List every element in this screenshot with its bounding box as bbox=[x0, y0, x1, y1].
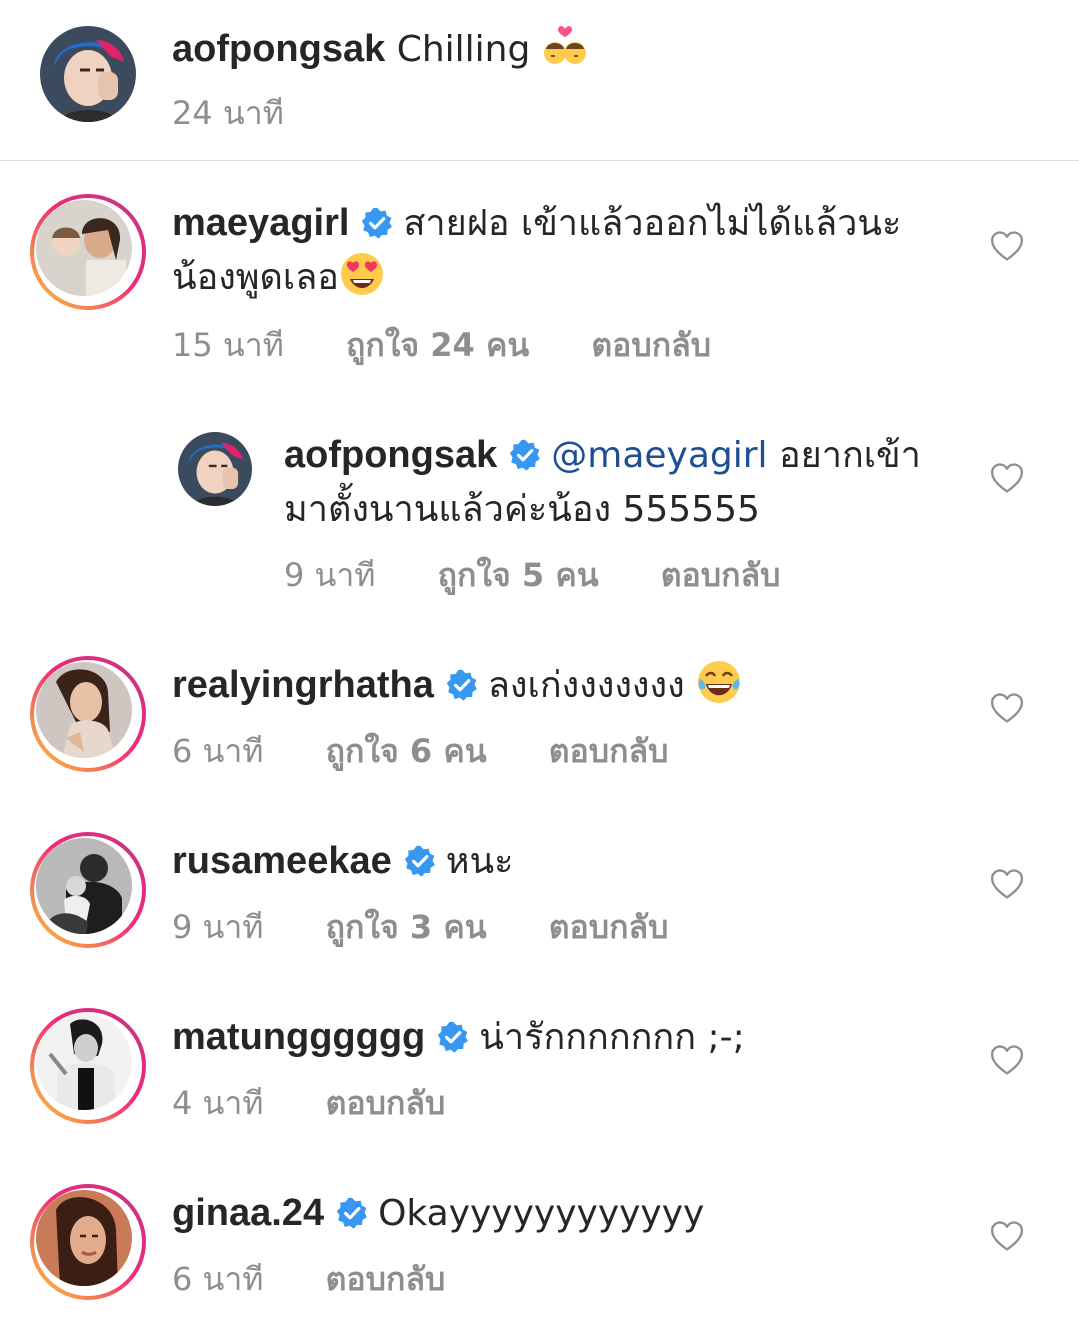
comment-body-continued: น้องพูดเลอ bbox=[172, 257, 339, 298]
mention-link[interactable]: @maeyagirl bbox=[551, 435, 767, 476]
comment-meta: 6 นาที ถูกใจ 6 คน ตอบกลับ bbox=[172, 726, 720, 777]
comment-body: หนะ bbox=[445, 841, 514, 882]
verified-badge-icon bbox=[404, 845, 436, 877]
comment-username[interactable]: matungggggg bbox=[172, 1016, 425, 1058]
reply-button[interactable]: ตอบกลับ bbox=[591, 320, 711, 371]
comment-username[interactable]: ginaa.24 bbox=[172, 1192, 324, 1234]
comment-text: matungggggg น่ารักกกกกกก ;-; bbox=[172, 1010, 952, 1065]
like-heart-icon[interactable] bbox=[990, 230, 1024, 262]
like-heart-icon[interactable] bbox=[990, 868, 1024, 900]
comment-meta: 6 นาที ตอบกลับ bbox=[172, 1254, 497, 1305]
comment-time: 6 นาที bbox=[172, 732, 264, 770]
avatar[interactable] bbox=[30, 1184, 146, 1300]
caption-body: Chilling bbox=[396, 29, 531, 70]
comment-meta: 9 นาที ถูกใจ 3 คน ตอบกลับ bbox=[172, 902, 720, 953]
kiss-couple-emoji bbox=[542, 23, 588, 69]
avatar[interactable] bbox=[178, 432, 252, 506]
post-caption: aofpongsak Chilling 24 นาที bbox=[0, 0, 1079, 161]
verified-badge-icon bbox=[336, 1197, 368, 1229]
comment-text: ginaa.24 Okayyyyyyyyyyyy bbox=[172, 1186, 952, 1241]
comment-username[interactable]: realyingrhatha bbox=[172, 664, 434, 706]
comment-text: aofpongsak @maeyagirl อยากเข้า มาตั้งนานแ… bbox=[284, 428, 964, 537]
comment-username[interactable]: aofpongsak bbox=[284, 434, 497, 476]
verified-badge-icon bbox=[361, 207, 393, 239]
comment-body: ลงเก่งงงงงงง bbox=[487, 665, 685, 706]
comment-body-continued: มาตั้งนานแล้วค่ะน้อง 555555 bbox=[284, 489, 760, 530]
comment-meta: 4 นาที ตอบกลับ bbox=[172, 1078, 497, 1129]
avatar[interactable] bbox=[40, 26, 136, 122]
comment-username[interactable]: rusameekae bbox=[172, 840, 392, 882]
caption-text: aofpongsak Chilling bbox=[172, 22, 952, 77]
avatar[interactable] bbox=[30, 832, 146, 948]
comment-time: 9 นาที bbox=[284, 556, 376, 594]
comment-time: 6 นาที bbox=[172, 1260, 264, 1298]
avatar[interactable] bbox=[30, 656, 146, 772]
reply-button[interactable]: ตอบกลับ bbox=[326, 1078, 446, 1129]
like-heart-icon[interactable] bbox=[990, 1220, 1024, 1252]
comment-meta: 15 นาที ถูกใจ 24 คน ตอบกลับ bbox=[172, 320, 763, 371]
reply-button[interactable]: ตอบกลับ bbox=[549, 902, 669, 953]
comment-time: 9 นาที bbox=[172, 908, 264, 946]
verified-badge-icon bbox=[509, 439, 541, 471]
reply-button[interactable]: ตอบกลับ bbox=[661, 550, 781, 601]
comment-likes-count[interactable]: ถูกใจ 24 คน bbox=[346, 320, 529, 371]
reply-button[interactable]: ตอบกลับ bbox=[549, 726, 669, 777]
heart-eyes-emoji bbox=[339, 251, 385, 297]
avatar[interactable] bbox=[30, 1008, 146, 1124]
caption-meta: 24 นาที bbox=[172, 88, 336, 139]
comment-likes-count[interactable]: ถูกใจ 6 คน bbox=[326, 726, 487, 777]
verified-badge-icon bbox=[437, 1021, 469, 1053]
reply-button[interactable]: ตอบกลับ bbox=[326, 1254, 446, 1305]
comment-text: maeyagirl สายฝอ เข้าแล้วออกไม่ได้แล้วนะ น… bbox=[172, 196, 952, 305]
comment-body: Okayyyyyyyyyyyy bbox=[378, 1193, 705, 1234]
comment-body: อยากเข้า bbox=[779, 435, 921, 476]
comment-body: สายฝอ เข้าแล้วออกไม่ได้แล้วนะ bbox=[403, 203, 902, 244]
like-heart-icon[interactable] bbox=[990, 692, 1024, 724]
comment-time: 4 นาที bbox=[172, 1084, 264, 1122]
comment-likes-count[interactable]: ถูกใจ 3 คน bbox=[326, 902, 487, 953]
comment-time: 15 นาที bbox=[172, 326, 284, 364]
verified-badge-icon bbox=[446, 669, 478, 701]
comment-body: น่ารักกกกกกก ;-; bbox=[479, 1017, 745, 1058]
comment-text: realyingrhatha ลงเก่งงงงงงง bbox=[172, 658, 952, 713]
avatar[interactable] bbox=[30, 194, 146, 310]
like-heart-icon[interactable] bbox=[990, 462, 1024, 494]
caption-time: 24 นาที bbox=[172, 94, 284, 132]
tears-of-joy-emoji bbox=[696, 659, 742, 705]
caption-username[interactable]: aofpongsak bbox=[172, 28, 385, 70]
comment-meta: 9 นาที ถูกใจ 5 คน ตอบกลับ bbox=[284, 550, 832, 601]
comment-username[interactable]: maeyagirl bbox=[172, 202, 349, 244]
comment-likes-count[interactable]: ถูกใจ 5 คน bbox=[438, 550, 599, 601]
like-heart-icon[interactable] bbox=[990, 1044, 1024, 1076]
comment-text: rusameekae หนะ bbox=[172, 834, 952, 889]
